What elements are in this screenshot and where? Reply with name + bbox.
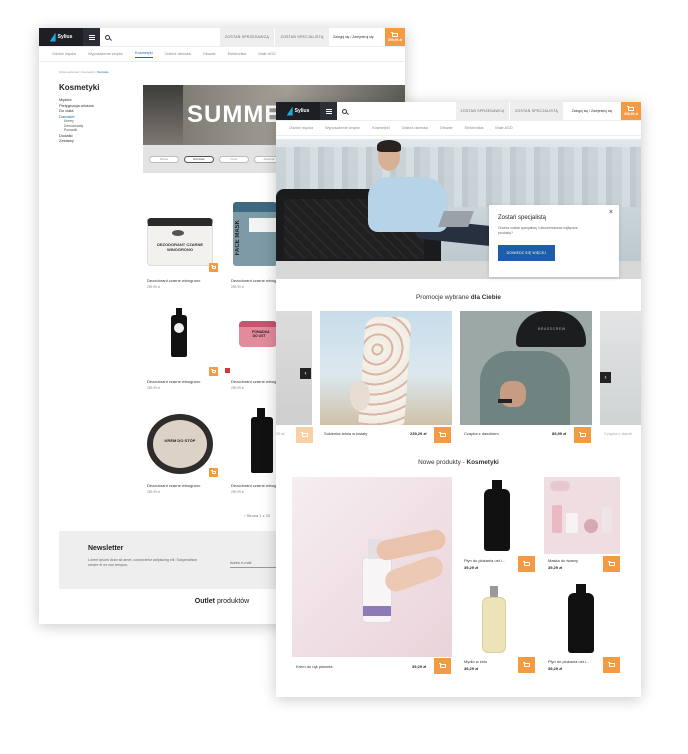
become-seller-link[interactable]: ZOSTAŃ SPRZEDAWCĄ (219, 28, 274, 46)
become-seller-link[interactable]: ZOSTAŃ SPRZEDAWCĄ (455, 102, 509, 120)
nav-item[interactable]: Kosmetyki (372, 126, 390, 130)
product-image: POMADKA DO UST (239, 321, 277, 347)
cart-icon (300, 432, 308, 437)
nav-item[interactable]: Elektronika (465, 126, 484, 130)
main-nav: Odzież męska Wyposażenie wnętrz Kosmetyk… (276, 121, 641, 136)
add-to-cart-button[interactable] (434, 427, 451, 443)
chevron-left-icon: ‹ (304, 370, 307, 377)
add-to-cart-button[interactable] (209, 263, 218, 272)
learn-more-button[interactable]: DOWIEDZ SIĘ WIĘCEJ (498, 245, 555, 261)
add-to-cart-button[interactable] (574, 427, 591, 443)
cart-icon (210, 265, 216, 269)
add-to-cart-button[interactable] (603, 556, 620, 572)
nav-item[interactable]: Małe AGD (258, 52, 275, 56)
pagination[interactable]: ‹ Strona 1 z 20 (244, 513, 270, 518)
cart-icon (627, 105, 634, 111)
product-image: DEZODORANT CZARNE WINOGRONO (147, 218, 213, 266)
cart-icon (210, 369, 216, 373)
nav-item[interactable]: Obuwie (440, 126, 453, 130)
chevron-right-icon: › (604, 374, 607, 381)
nav-item[interactable]: Odzież męska (52, 52, 76, 56)
cart-icon (578, 432, 586, 437)
sale-badge (225, 368, 230, 373)
nav-item[interactable]: Odzież damska (402, 126, 428, 130)
cart-icon (391, 31, 398, 37)
sidebar-item[interactable]: Zestawy (59, 138, 94, 144)
header: Sylius ZOSTAŃ SPRZEDAWCĄ ZOSTAŃ SPECJALI… (276, 102, 641, 121)
logo[interactable]: Sylius (276, 102, 320, 120)
login-link[interactable]: Zaloguj się / Zarejestruj się (329, 28, 385, 46)
breadcrumb: Strona główna / Kosmetyki / Damskie (59, 70, 109, 74)
add-to-cart-button[interactable] (603, 657, 620, 673)
category-sidebar: Męskie Pielęgnacja włosów Do ciała Damsk… (59, 97, 94, 144)
product-image: KREM DO STÓP (147, 414, 213, 474)
product-image[interactable]: BRASSCREW (460, 311, 592, 425)
product-image (251, 417, 273, 473)
logo-icon (49, 32, 56, 42)
add-to-cart-button[interactable] (434, 658, 451, 674)
menu-icon[interactable] (83, 28, 100, 46)
carousel-prev-button[interactable]: ‹ (300, 368, 311, 379)
main-nav: Odzież męska Wyposażenie wnętrz Kosmetyk… (39, 47, 405, 62)
add-to-cart-button[interactable] (518, 556, 535, 572)
product-image[interactable] (292, 477, 452, 657)
mockup-stage: Sylius ZOSTAŃ SPRZEDAWCĄ ZOSTAŃ SPECJALI… (0, 0, 688, 754)
header: Sylius ZOSTAŃ SPRZEDAWCĄ ZOSTAŃ SPECJALI… (39, 28, 405, 47)
logo-icon (286, 106, 293, 116)
home-page: Sylius ZOSTAŃ SPRZEDAWCĄ ZOSTAŃ SPECJALI… (276, 102, 641, 697)
filter-size[interactable]: Rozmiar (184, 155, 214, 163)
nav-item[interactable]: Wyposażenie wnętrz (325, 126, 360, 130)
logo[interactable]: Sylius (39, 28, 83, 46)
product-image[interactable] (544, 477, 620, 554)
become-specialist-link[interactable]: ZOSTAŃ SPECJALISTĄ (509, 102, 563, 120)
become-specialist-link[interactable]: ZOSTAŃ SPECJALISTĄ (274, 28, 329, 46)
cart-button[interactable]: 399,99 zł (621, 102, 641, 120)
breadcrumb-parent[interactable]: Kosmetyki (81, 70, 95, 74)
add-to-cart-button[interactable] (296, 427, 313, 443)
cart-icon (607, 561, 615, 566)
promo-title: Zostań specjalistą (498, 215, 547, 221)
nav-item[interactable]: Elektronika (228, 52, 247, 56)
specialist-promo-card: Zostań specjalistą Chcesz zostać specjal… (489, 205, 619, 277)
cart-icon (438, 432, 446, 437)
nav-item[interactable]: Odzież męska (289, 126, 313, 130)
cart-icon (210, 470, 216, 474)
cart-icon (522, 561, 530, 566)
login-link[interactable]: Zaloguj się / Zarejestruj się (563, 102, 621, 120)
promo-text: Chcesz zostać specjalistą i rekomendować… (498, 226, 578, 235)
cart-icon (607, 662, 615, 667)
product-image: FACE MASK (233, 202, 279, 266)
filter-color[interactable]: Kolor (219, 155, 249, 163)
promotions-heading: Promocje wybrane dla Ciebie (416, 294, 501, 301)
carousel-next-button[interactable]: › (600, 372, 611, 383)
category-title: Kosmetyki (59, 83, 100, 92)
product-image (482, 597, 506, 653)
search-icon[interactable] (337, 102, 351, 120)
menu-icon[interactable] (320, 102, 337, 120)
product-image (171, 315, 187, 357)
product-image (568, 593, 594, 653)
add-to-cart-button[interactable] (518, 657, 535, 673)
breadcrumb-home[interactable]: Strona główna (59, 70, 78, 74)
nav-item[interactable]: Obuwie (203, 52, 216, 56)
newsletter-text: Lorem ipsum dolor sit amet, consectetur … (88, 558, 198, 567)
promo-slide-partial[interactable] (600, 311, 641, 425)
newsletter-title: Newsletter (88, 545, 124, 552)
product-image (484, 489, 510, 551)
close-icon[interactable]: × (609, 209, 613, 216)
product-image[interactable] (320, 311, 452, 425)
nav-item[interactable]: Odzież damska (165, 52, 191, 56)
cart-icon (438, 663, 446, 668)
cart-button[interactable]: 399,99 zł (385, 28, 405, 46)
add-to-cart-button[interactable] (209, 468, 218, 477)
nav-item-active[interactable]: Kosmetyki (135, 51, 153, 58)
nav-item[interactable]: Wyposażenie wnętrz (88, 52, 123, 56)
breadcrumb-current: Damskie (97, 70, 109, 74)
nav-item[interactable]: Małe AGD (495, 126, 512, 130)
filter-brand[interactable]: Marka (149, 155, 179, 163)
add-to-cart-button[interactable] (209, 367, 218, 376)
cart-icon (522, 662, 530, 667)
search-icon[interactable] (100, 28, 114, 46)
new-products-heading: Nowe produkty - Kosmetyki (418, 459, 499, 466)
